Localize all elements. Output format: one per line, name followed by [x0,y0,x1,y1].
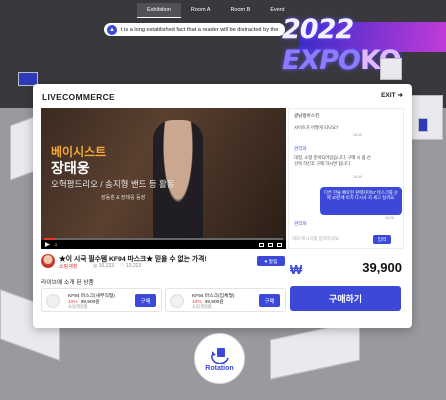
exit-button[interactable]: EXIT ➜ [381,91,403,100]
price-value: 39,900 [362,260,402,275]
nav-room-b[interactable]: Room B [220,3,260,18]
nav-room-a[interactable]: Room A [181,3,221,18]
buy-now-button[interactable]: 구매하기 [290,286,401,311]
chat-username: 광남랑아스킨 [294,113,320,118]
expo-sign: 2022 EXPOKO [282,14,446,76]
buy-item-button[interactable]: 구매 [135,294,156,307]
chat-time: 18:30 [385,216,394,220]
video-overlay-career: 오혁평드리오 / 송지형 밴드 등 활동 [51,179,175,189]
subtitles-icon[interactable] [259,242,264,247]
video-right-controls [259,242,282,247]
chat-admin-name: 관리자 [294,221,307,226]
volume-icon[interactable]: ♫ [54,242,57,247]
chat-input[interactable]: 대화 메시지를 입력하세요 [290,233,372,245]
booth-mid-right [380,58,402,80]
modal-title: LIVECOMMERCE [42,92,116,102]
currency-symbol: ₩ [290,262,303,277]
like-count: ♡ 10,223 [120,263,142,269]
seller-avatar [41,254,55,268]
product-stats: ◎ 10,223 ♡ 10,223 [93,263,141,269]
product-list-heading: 라이브에 소개 된 상품 [41,280,94,286]
nav-event[interactable]: Event [260,3,294,18]
product-seller: 쇼핑계정몰 [68,304,88,309]
product-seller: 쇼핑계정몰 [192,304,212,309]
video-controls: ♫ [41,240,286,249]
product-card[interactable]: KF94 마스크(입체형) 10% 39,900원 쇼핑계정몰 구매 [165,288,286,312]
fullscreen-icon[interactable] [277,242,282,247]
live-video-player[interactable]: 베이시스트 장태웅 오혁평드리오 / 송지형 밴드 등 활동 장동훈 & 장태웅… [41,108,286,249]
chat-time: 18:30 [353,175,362,179]
exit-label: EXIT [381,91,396,99]
exit-icon: ➜ [397,92,403,99]
product-title: ★이 시국 필수템 KF94 마스크★ 믿을 수 없는 가격! [59,256,207,263]
play-icon[interactable] [45,242,50,247]
chat-admin-name: 관리자 [294,146,307,151]
chat-message-highlight: 다른 한술 빠로한 판매자마57 마스크를 순 에 10분에 비치 다시사 지 … [320,187,402,215]
rotation-label: Rotation [205,364,234,372]
seller-name: 쇼핑계정 [59,264,78,270]
product-card[interactable]: KF94 마스크(새부직형) 10% 39,900원 쇼핑계정몰 구매 [41,288,162,312]
expo-sign-word: EXPO [282,45,361,76]
product-thumbnail [46,294,60,308]
live-chat-panel: 광남랑아스킨 사이즈가 어떻게 되나요? 18:30 관리자 대형, 소형 준비… [288,108,404,249]
notice-icon: ▲ [107,24,117,35]
booth-right-blue [418,118,428,132]
notice-banner[interactable]: ▲ t is a long established fact that a re… [104,23,286,36]
expo-sign-year: 2022 [282,14,354,45]
rotation-button[interactable]: Rotation [194,333,245,384]
buy-item-button[interactable]: 구매 [259,294,280,307]
chat-time: 18:30 [353,133,362,137]
view-count: ◎ 10,223 [93,263,115,269]
video-overlay-caption: 장동훈 & 장태웅 등장 [101,195,146,201]
chat-message: 대형, 소형 준비되어있습니다. 구매 시 옵 선 선택 하신후 구매 하시면 … [294,155,371,166]
chat-send-button[interactable]: 입력 [373,235,391,244]
chat-message: 사이즈가 어떻게 되나요? [294,125,339,130]
video-overlay-name: 장태웅 [51,160,90,176]
alarm-button[interactable]: ♥ 알림 [257,256,285,266]
top-navigation: Exhibition Room A Room B Event [137,3,294,18]
settings-icon[interactable] [268,242,273,247]
livecommerce-modal: LIVECOMMERCE EXIT ➜ 베이시스트 장태웅 오혁평드리오 / 송… [33,84,412,328]
notice-text: t is a long established fact that a read… [121,26,279,33]
product-thumbnail [170,294,184,308]
rotation-icon [210,347,229,364]
nav-exhibition[interactable]: Exhibition [137,3,181,18]
